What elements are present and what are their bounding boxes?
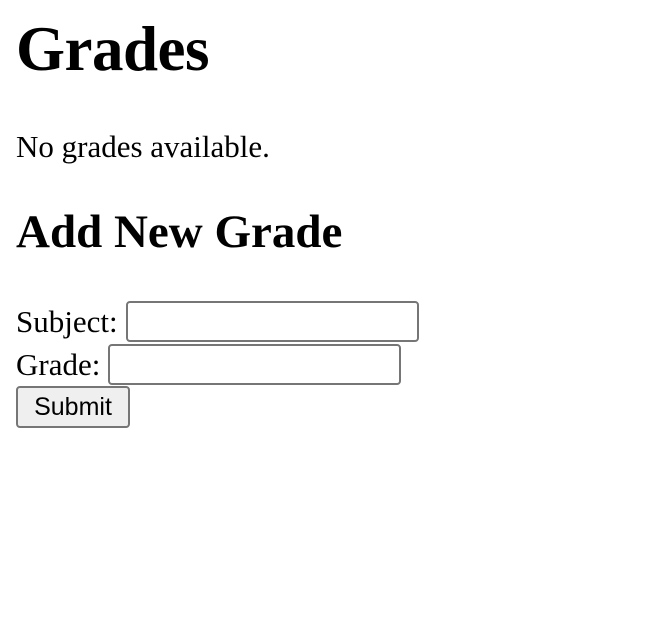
subject-label: Subject: bbox=[16, 303, 118, 339]
add-grade-form: Subject: Grade: Submit bbox=[16, 300, 419, 428]
subject-input[interactable] bbox=[125, 301, 419, 342]
add-grade-heading: Add New Grade bbox=[16, 206, 343, 258]
no-grades-message: No grades available. bbox=[16, 129, 270, 164]
grade-input[interactable] bbox=[108, 344, 402, 385]
grade-row: Grade: bbox=[16, 343, 419, 386]
page-title: Grades bbox=[16, 14, 209, 84]
grade-label: Grade: bbox=[16, 346, 101, 382]
submit-button[interactable]: Submit bbox=[16, 386, 130, 428]
subject-row: Subject: bbox=[16, 300, 419, 343]
